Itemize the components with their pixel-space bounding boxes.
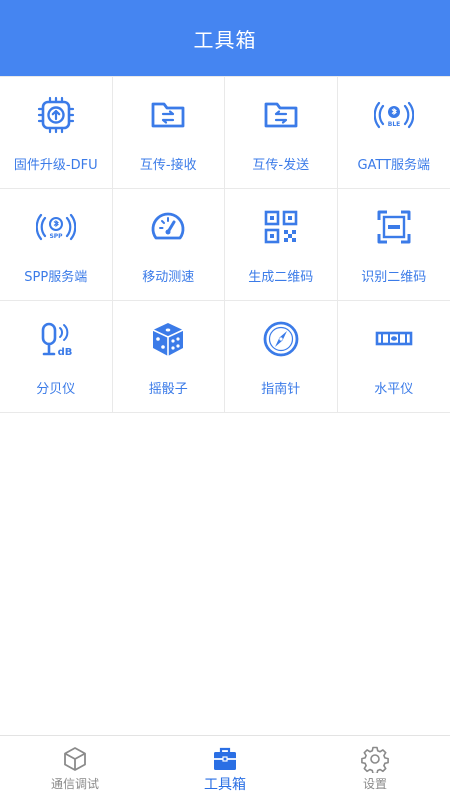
nav-tab-communication-debug[interactable]: 通信调试 (0, 736, 150, 800)
nav-label: 工具箱 (204, 777, 246, 793)
folder-send-icon (261, 95, 301, 135)
dice-icon (148, 319, 188, 359)
nav-tab-settings[interactable]: 设置 (300, 736, 450, 800)
tool-label: 识别二维码 (361, 270, 427, 285)
tool-label: GATT服务端 (357, 158, 431, 173)
tool-compass[interactable]: 指南针 (225, 301, 338, 413)
svg-text:dB: dB (57, 347, 72, 358)
tool-label: SPP服务端 (24, 270, 88, 285)
tool-label: 水平仪 (374, 382, 414, 397)
spp-signal-icon: SPP (35, 207, 76, 247)
chip-upload-icon (36, 95, 76, 135)
tool-transfer-send[interactable]: 互传-发送 (225, 77, 338, 189)
tool-label: 分贝仪 (36, 382, 76, 397)
tool-label: 固件升级-DFU (13, 158, 98, 173)
tool-label: 生成二维码 (248, 270, 314, 285)
toolbox-icon (211, 745, 239, 773)
tool-label: 摇骰子 (148, 382, 188, 397)
tool-label: 互传-发送 (252, 158, 310, 173)
tool-decibel-meter[interactable]: dB 分贝仪 (0, 301, 113, 413)
bottom-navigation: 通信调试 工具箱 设置 (0, 735, 450, 800)
tool-grid: 固件升级-DFU 互传-接收 互传-发送 BLE GATT服务端 SPP SPP… (0, 76, 450, 413)
tool-gatt-server[interactable]: BLE GATT服务端 (337, 77, 450, 189)
tool-scan-qr[interactable]: 识别二维码 (337, 189, 450, 301)
tool-spp-server[interactable]: SPP SPP服务端 (0, 189, 113, 301)
gear-icon (361, 745, 389, 773)
page-title: 工具箱 (193, 27, 257, 52)
ble-signal-icon: BLE (373, 95, 414, 135)
qr-scan-icon (374, 207, 414, 247)
tool-transfer-receive[interactable]: 互传-接收 (112, 77, 225, 189)
nav-label: 通信调试 (50, 777, 99, 791)
svg-text:BLE: BLE (388, 121, 401, 128)
qr-code-icon (261, 207, 301, 247)
compass-icon (261, 319, 301, 359)
nav-tab-toolbox[interactable]: 工具箱 (150, 736, 300, 800)
tool-firmware-dfu[interactable]: 固件升级-DFU (0, 77, 113, 189)
microphone-db-icon: dB (36, 319, 76, 359)
app-bar: 工具箱 (0, 0, 450, 76)
tool-label: 移动测速 (142, 270, 195, 285)
tool-label: 指南针 (261, 382, 301, 397)
svg-text:SPP: SPP (49, 233, 63, 240)
speedometer-icon (148, 207, 188, 247)
tool-speed-test[interactable]: 移动测速 (112, 189, 225, 301)
nav-label: 设置 (362, 777, 387, 791)
tool-label: 互传-接收 (139, 158, 197, 173)
cube-icon (61, 745, 89, 773)
folder-receive-icon (148, 95, 188, 135)
level-icon (374, 319, 414, 359)
tool-dice[interactable]: 摇骰子 (112, 301, 225, 413)
tool-generate-qr[interactable]: 生成二维码 (225, 189, 338, 301)
tool-spirit-level[interactable]: 水平仪 (337, 301, 450, 413)
